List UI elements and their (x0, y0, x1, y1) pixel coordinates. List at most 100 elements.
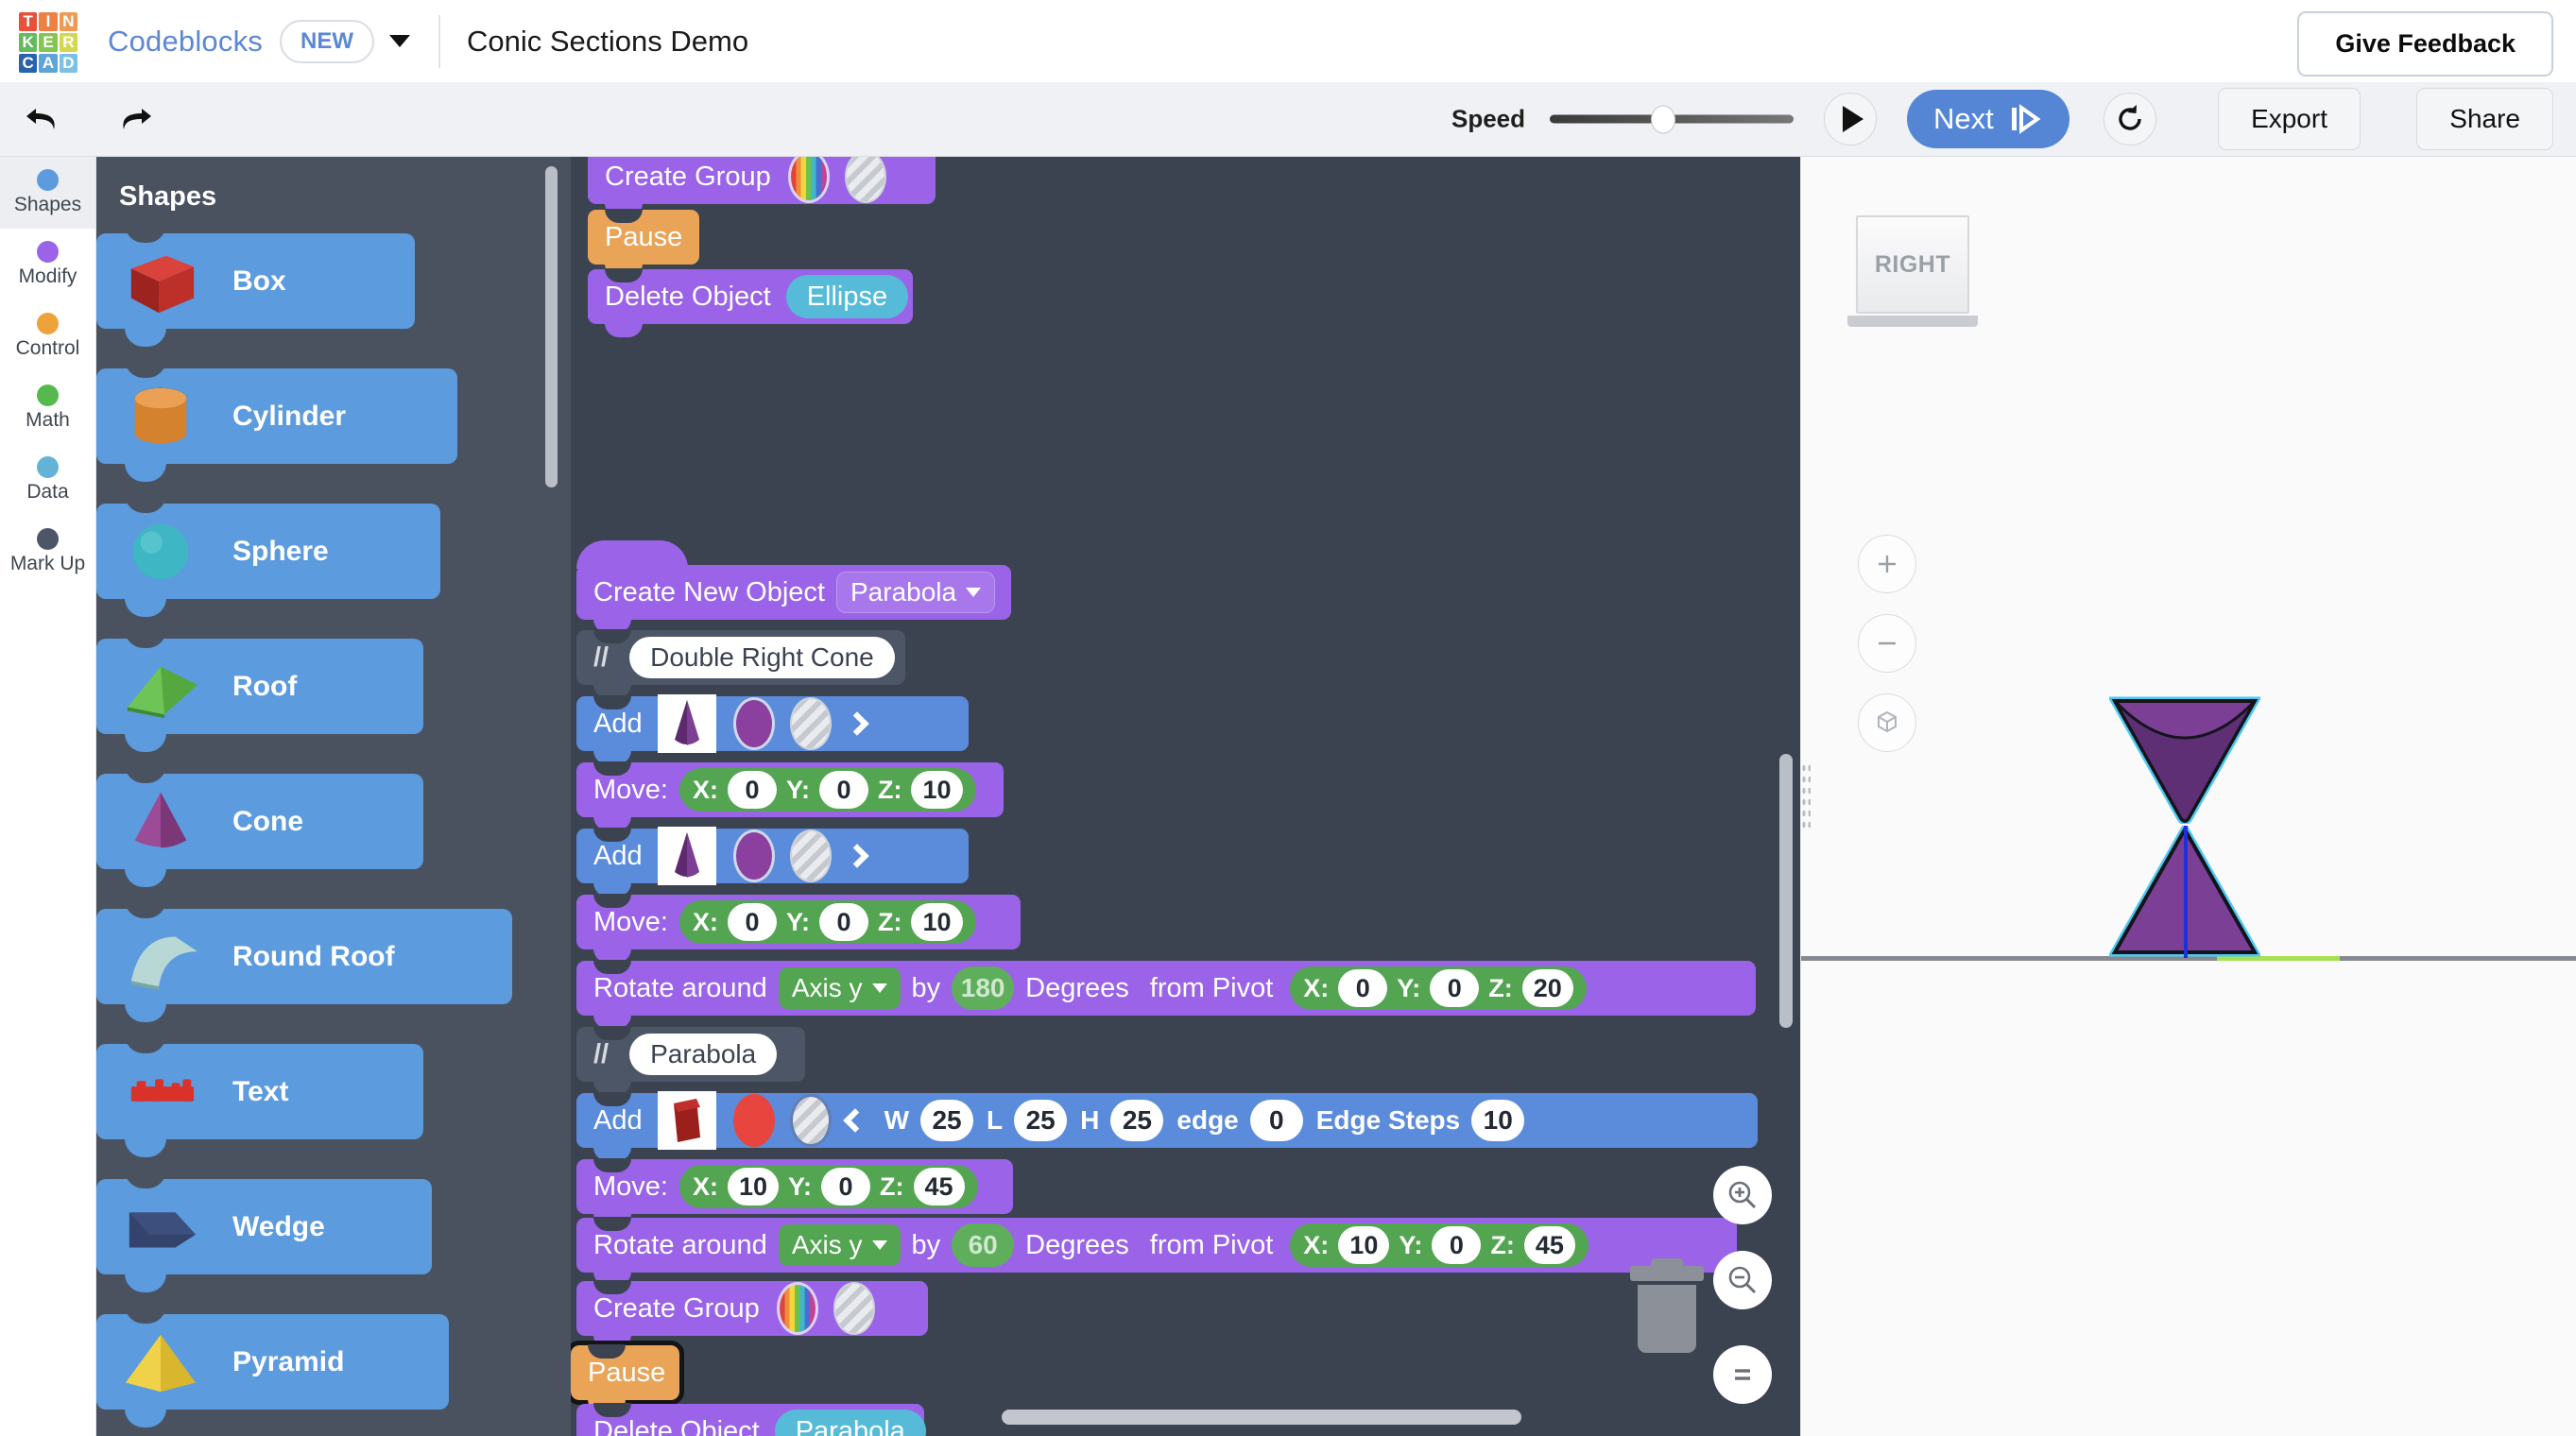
rotate-pivot-z-value-2[interactable]: 45 (1523, 1226, 1575, 1264)
shape-block-sphere[interactable]: Sphere (96, 494, 440, 617)
chevron-down-icon[interactable] (388, 35, 410, 47)
block-pause-1[interactable]: Pause (588, 209, 699, 278)
object-color-swatch-icon-1[interactable] (732, 697, 775, 750)
view-cube[interactable]: RIGHT (1847, 215, 1978, 331)
shape-block-pyramid[interactable]: Pyramid (96, 1305, 449, 1427)
redo-button[interactable] (113, 103, 155, 135)
edge-value[interactable]: 0 (1249, 1100, 1303, 1141)
move-z-value-2[interactable]: 10 (911, 903, 963, 941)
tinkercad-logo[interactable]: TIN KER CAD (19, 11, 77, 73)
move-z-value-1[interactable]: 10 (911, 771, 963, 809)
length-value[interactable]: 25 (1014, 1100, 1068, 1141)
play-button[interactable] (1824, 93, 1877, 145)
rotate-pivot-z-value-1[interactable]: 20 (1521, 969, 1573, 1007)
rainbow-color-swatch-icon[interactable] (787, 157, 830, 203)
move-y-value-3[interactable]: 0 (821, 1168, 871, 1205)
collapse-chevron-icon[interactable] (842, 1108, 867, 1133)
hatch-material-swatch-icon[interactable] (789, 697, 832, 750)
move-y-value-2[interactable]: 0 (818, 903, 868, 941)
rainbow-color-swatch-icon[interactable] (776, 1282, 818, 1335)
shape-block-cylinder[interactable]: Cylinder (96, 359, 457, 482)
shape-block-text[interactable]: Text (96, 1034, 423, 1157)
block-create-group-2[interactable]: Create Group (576, 1280, 928, 1349)
speed-slider-knob[interactable] (1651, 105, 1676, 133)
hatch-material-swatch-icon[interactable] (789, 829, 832, 882)
rotate-pivot-y-value-2[interactable]: 0 (1432, 1226, 1482, 1264)
undo-button[interactable] (23, 103, 64, 135)
viewport-zoom-in-button[interactable] (1858, 535, 1916, 593)
object-color-swatch-icon-3[interactable] (732, 1094, 775, 1147)
rotate-degrees-value-1[interactable]: 180 (952, 966, 1015, 1010)
rotate-axis-dropdown-1[interactable]: Axis y (778, 967, 901, 1009)
move-x-value-3[interactable]: 10 (727, 1168, 780, 1205)
block-comment-1[interactable]: // Double Right Cone (576, 629, 905, 698)
rail-item-shapes[interactable]: Shapes (0, 157, 95, 229)
canvas-vertical-scrollbar[interactable] (1779, 754, 1793, 1028)
rail-item-data[interactable]: Data (0, 444, 95, 516)
block-create-new-object[interactable]: Create New Object Parabola (576, 540, 1011, 633)
shapes-panel-scrollbar[interactable] (545, 166, 558, 487)
rotate-axis-dropdown-2[interactable]: Axis y (778, 1224, 901, 1266)
canvas-zoom-in-button[interactable] (1713, 1166, 1772, 1224)
rail-item-modify[interactable]: Modify (0, 229, 95, 300)
width-value[interactable]: 25 (920, 1100, 974, 1141)
export-button[interactable]: Export (2218, 88, 2361, 150)
rotate-pivot-y-value-1[interactable]: 0 (1430, 969, 1480, 1007)
block-comment-2[interactable]: // Parabola (576, 1026, 805, 1095)
box-thumbnail-icon[interactable] (657, 1091, 716, 1150)
comment-text-1[interactable]: Double Right Cone (629, 637, 895, 678)
trash-button[interactable] (1630, 1258, 1704, 1357)
restart-button[interactable] (2104, 93, 2156, 145)
speed-slider[interactable] (1550, 105, 1795, 133)
edge-steps-value[interactable]: 10 (1471, 1100, 1525, 1141)
comment-text-2[interactable]: Parabola (629, 1034, 778, 1075)
rail-item-mark-up[interactable]: Mark Up (0, 516, 95, 588)
move-x-value-1[interactable]: 0 (727, 771, 777, 809)
rail-item-control[interactable]: Control (0, 300, 95, 372)
block-rotate-2[interactable]: Rotate around Axis y by 60 Degrees from … (576, 1217, 1737, 1286)
double-right-cone-object[interactable] (2109, 695, 2260, 958)
rotate-pivot-x-value-2[interactable]: 10 (1338, 1226, 1390, 1264)
viewport-fit-button[interactable] (1858, 693, 1916, 752)
rotate-pivot-x-value-1[interactable]: 0 (1338, 969, 1388, 1007)
next-step-button[interactable]: Next (1907, 90, 2069, 148)
canvas-horizontal-scrollbar[interactable] (1002, 1410, 1521, 1425)
create-new-object-dropdown[interactable]: Parabola (836, 572, 996, 613)
rail-item-math[interactable]: Math (0, 372, 95, 444)
block-move-3[interactable]: Move: X: 10 Y: 0 Z: 45 (576, 1158, 1013, 1227)
brand-name[interactable]: Codeblocks (108, 25, 263, 59)
block-delete-object-parabola[interactable]: Delete Object Parabola (576, 1403, 926, 1436)
object-color-swatch-icon-2[interactable] (732, 829, 775, 882)
block-delete-object-ellipse[interactable]: Delete Object Ellipse (588, 268, 913, 337)
share-button[interactable]: Share (2416, 88, 2553, 150)
delete-object-target-2[interactable]: Parabola (774, 1410, 926, 1436)
hatch-material-swatch-icon[interactable] (833, 1282, 875, 1335)
height-value[interactable]: 25 (1110, 1100, 1164, 1141)
canvas-zoom-out-button[interactable] (1713, 1251, 1772, 1309)
block-rotate-1[interactable]: Rotate around Axis y by 180 Degrees from… (576, 960, 1756, 1029)
move-z-value-3[interactable]: 45 (913, 1168, 965, 1205)
hatch-material-swatch-icon[interactable] (789, 1094, 832, 1147)
block-create-group-1[interactable]: Create Group (588, 157, 936, 217)
shape-block-round-roof[interactable]: Round Roof (96, 899, 512, 1022)
block-pause-2[interactable]: Pause (571, 1341, 684, 1413)
rotate-degrees-value-2[interactable]: 60 (952, 1223, 1015, 1267)
shape-block-wedge[interactable]: Wedge (96, 1170, 432, 1292)
cone-thumbnail-icon-1[interactable] (657, 694, 716, 753)
give-feedback-button[interactable]: Give Feedback (2297, 11, 2553, 77)
block-add-cone-2[interactable]: Add (576, 827, 969, 897)
shape-block-box[interactable]: Box (96, 224, 415, 347)
move-x-value-2[interactable]: 0 (727, 903, 777, 941)
block-add-box[interactable]: Add W 25 L 25 H 25 edge 0 Edge Steps 10 (576, 1091, 1758, 1161)
viewport-3d[interactable]: RIGHT (1800, 157, 2576, 1436)
hatch-material-swatch-icon[interactable] (844, 157, 886, 203)
shape-block-cone[interactable]: Cone (96, 764, 423, 887)
block-move-2[interactable]: Move: X: 0 Y: 0 Z: 10 (576, 894, 1021, 963)
shape-block-roof[interactable]: Roof (96, 629, 423, 752)
block-move-1[interactable]: Move: X: 0 Y: 0 Z: 10 (576, 761, 1004, 830)
cone-thumbnail-icon-2[interactable] (657, 827, 716, 885)
code-canvas[interactable]: Create Group Pause Delete Object Ellipse… (571, 157, 1800, 1436)
viewport-zoom-out-button[interactable] (1858, 614, 1916, 673)
expand-chevron-icon-2[interactable] (844, 844, 869, 868)
canvas-zoom-reset-button[interactable] (1713, 1345, 1772, 1404)
